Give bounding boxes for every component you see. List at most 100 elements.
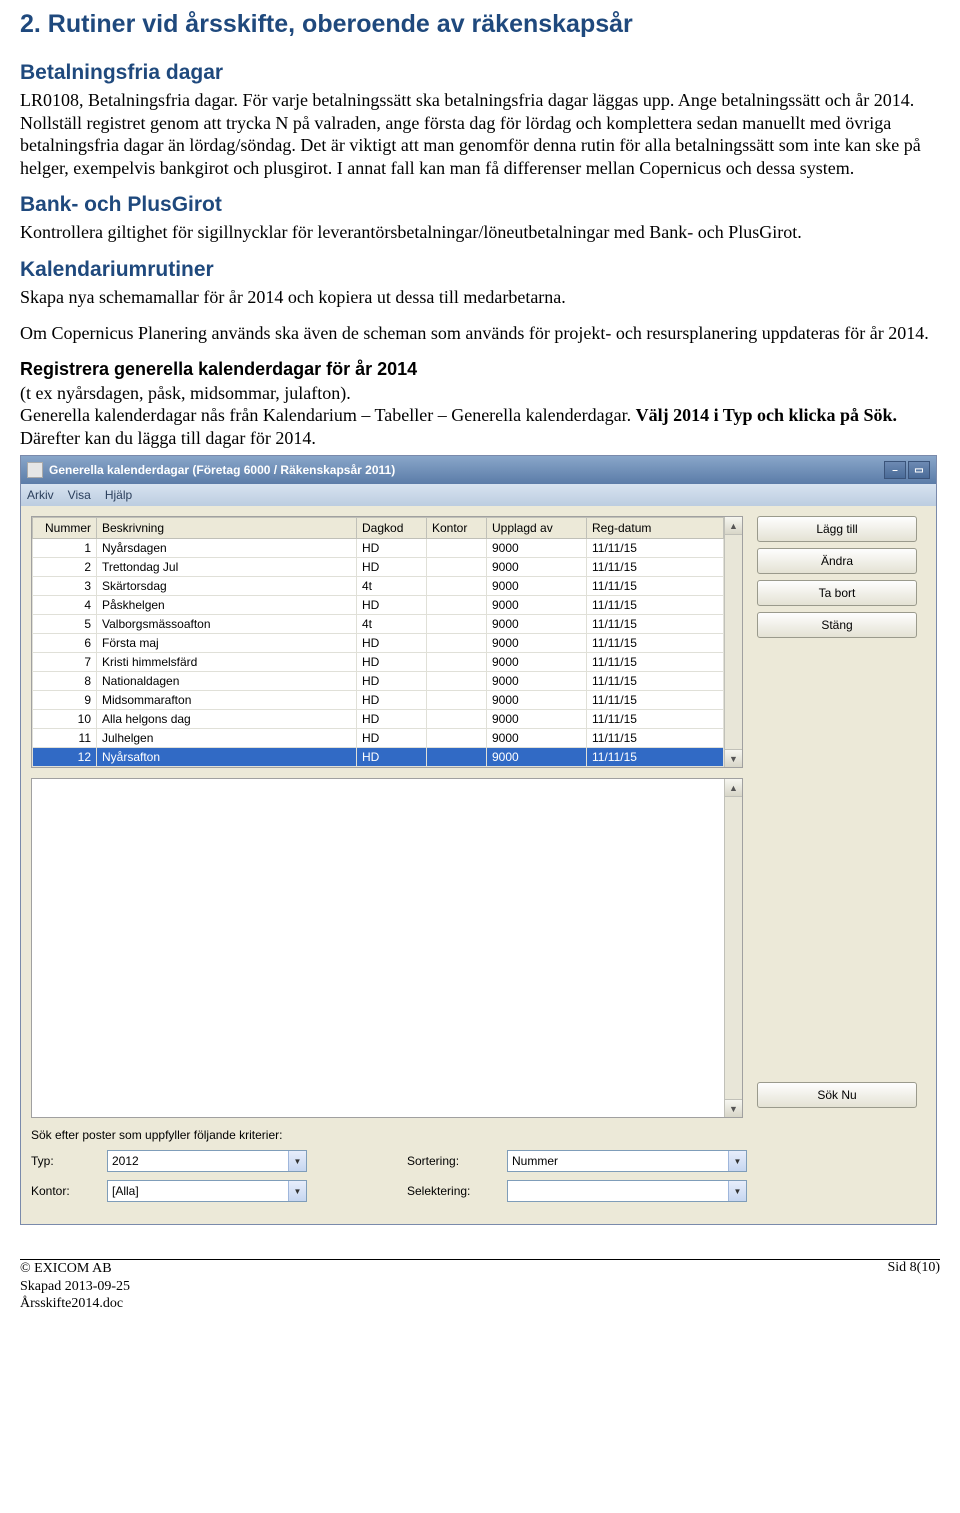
table-cell: 10 bbox=[33, 710, 97, 729]
delete-button[interactable]: Ta bort bbox=[757, 580, 917, 606]
heading-bank-plusgirot: Bank- och PlusGirot bbox=[20, 193, 940, 217]
table-cell: HD bbox=[357, 748, 427, 767]
table-row[interactable]: 4PåskhelgenHD900011/11/15 bbox=[33, 596, 724, 615]
close-button[interactable]: Stäng bbox=[757, 612, 917, 638]
table-row[interactable]: 3Skärtorsdag4t900011/11/15 bbox=[33, 577, 724, 596]
table-cell: 11/11/15 bbox=[587, 634, 724, 653]
table-cell: 9000 bbox=[487, 729, 587, 748]
para-bank-plusgirot: Kontrollera giltighet för sigillnycklar … bbox=[20, 221, 940, 244]
col-dagkod[interactable]: Dagkod bbox=[357, 518, 427, 539]
menu-hjalp[interactable]: Hjälp bbox=[105, 488, 132, 502]
table-row[interactable]: 11JulhelgenHD900011/11/15 bbox=[33, 729, 724, 748]
table-cell: 11/11/15 bbox=[587, 596, 724, 615]
search-button[interactable]: Sök Nu bbox=[757, 1082, 917, 1108]
kalender-table[interactable]: Nummer Beskrivning Dagkod Kontor Upplagd… bbox=[32, 517, 724, 767]
table-cell: 11/11/15 bbox=[587, 729, 724, 748]
table-wrap: Nummer Beskrivning Dagkod Kontor Upplagd… bbox=[31, 516, 743, 768]
col-kontor[interactable]: Kontor bbox=[427, 518, 487, 539]
table-cell: 8 bbox=[33, 672, 97, 691]
add-button[interactable]: Lägg till bbox=[757, 516, 917, 542]
minimize-button[interactable]: – bbox=[884, 461, 906, 479]
selektering-combo[interactable]: ▼ bbox=[507, 1180, 747, 1202]
reg-line2a: Generella kalenderdagar nås från Kalenda… bbox=[20, 405, 636, 425]
table-cell: HD bbox=[357, 634, 427, 653]
table-cell: 4 bbox=[33, 596, 97, 615]
app-icon bbox=[27, 462, 43, 478]
para-registrera: (t ex nyårsdagen, påsk, midsommar, julaf… bbox=[20, 382, 940, 450]
table-row[interactable]: 5Valborgsmässoafton4t900011/11/15 bbox=[33, 615, 724, 634]
reg-line2b-bold: Välj 2014 i Typ och klicka på Sök. bbox=[636, 405, 897, 425]
chevron-down-icon[interactable]: ▼ bbox=[728, 1151, 746, 1171]
menubar: Arkiv Visa Hjälp bbox=[21, 484, 936, 506]
col-upplagd[interactable]: Upplagd av bbox=[487, 518, 587, 539]
scroll-down-icon[interactable]: ▼ bbox=[725, 749, 742, 767]
titlebar[interactable]: Generella kalenderdagar (Företag 6000 / … bbox=[21, 456, 936, 484]
table-cell: Nyårsdagen bbox=[97, 539, 357, 558]
col-nummer[interactable]: Nummer bbox=[33, 518, 97, 539]
table-cell: 11/11/15 bbox=[587, 558, 724, 577]
table-cell: 11/11/15 bbox=[587, 577, 724, 596]
table-cell: 6 bbox=[33, 634, 97, 653]
menu-arkiv[interactable]: Arkiv bbox=[27, 488, 54, 502]
table-row[interactable]: 1NyårsdagenHD900011/11/15 bbox=[33, 539, 724, 558]
table-cell: 9000 bbox=[487, 672, 587, 691]
detail-scrollbar[interactable]: ▲ ▼ bbox=[724, 779, 742, 1117]
table-cell: 2 bbox=[33, 558, 97, 577]
para-kalendarium-1: Skapa nya schemamallar för år 2014 och k… bbox=[20, 286, 940, 309]
table-cell bbox=[427, 729, 487, 748]
table-cell: 9000 bbox=[487, 577, 587, 596]
table-cell: Nyårsafton bbox=[97, 748, 357, 767]
table-cell bbox=[427, 653, 487, 672]
table-cell: 4t bbox=[357, 615, 427, 634]
col-regdatum[interactable]: Reg-datum bbox=[587, 518, 724, 539]
table-cell: 7 bbox=[33, 653, 97, 672]
table-cell: HD bbox=[357, 596, 427, 615]
table-row[interactable]: 12NyårsaftonHD900011/11/15 bbox=[33, 748, 724, 767]
table-cell bbox=[427, 577, 487, 596]
table-cell: 9 bbox=[33, 691, 97, 710]
scroll-up-icon[interactable]: ▲ bbox=[725, 517, 742, 535]
chevron-down-icon[interactable]: ▼ bbox=[288, 1151, 306, 1171]
chevron-down-icon[interactable]: ▼ bbox=[728, 1181, 746, 1201]
scroll-down-icon[interactable]: ▼ bbox=[725, 1099, 742, 1117]
kontor-combo[interactable]: [Alla] ▼ bbox=[107, 1180, 307, 1202]
table-cell: 11/11/15 bbox=[587, 710, 724, 729]
table-cell: 9000 bbox=[487, 748, 587, 767]
table-cell: 11/11/15 bbox=[587, 653, 724, 672]
table-cell bbox=[427, 596, 487, 615]
chevron-down-icon[interactable]: ▼ bbox=[288, 1181, 306, 1201]
table-cell: 9000 bbox=[487, 653, 587, 672]
heading-registrera: Registrera generella kalenderdagar för å… bbox=[20, 359, 940, 380]
table-cell: HD bbox=[357, 653, 427, 672]
table-cell: Nationaldagen bbox=[97, 672, 357, 691]
menu-visa[interactable]: Visa bbox=[68, 488, 91, 502]
table-cell: 9000 bbox=[487, 539, 587, 558]
table-row[interactable]: 10Alla helgons dagHD900011/11/15 bbox=[33, 710, 724, 729]
table-scrollbar[interactable]: ▲ ▼ bbox=[724, 517, 742, 767]
table-cell: 11/11/15 bbox=[587, 539, 724, 558]
heading-betalningsfria: Betalningsfria dagar bbox=[20, 61, 940, 85]
table-row[interactable]: 7Kristi himmelsfärdHD900011/11/15 bbox=[33, 653, 724, 672]
window-title: Generella kalenderdagar (Företag 6000 / … bbox=[49, 463, 884, 477]
kalenderdagar-window: Generella kalenderdagar (Företag 6000 / … bbox=[20, 455, 937, 1225]
scroll-up-icon[interactable]: ▲ bbox=[725, 779, 742, 797]
table-cell: 9000 bbox=[487, 615, 587, 634]
table-cell bbox=[427, 710, 487, 729]
table-cell: Påskhelgen bbox=[97, 596, 357, 615]
col-beskrivning[interactable]: Beskrivning bbox=[97, 518, 357, 539]
table-row[interactable]: 2Trettondag JulHD900011/11/15 bbox=[33, 558, 724, 577]
edit-button[interactable]: Ändra bbox=[757, 548, 917, 574]
table-cell: 11/11/15 bbox=[587, 615, 724, 634]
table-cell: 11/11/15 bbox=[587, 748, 724, 767]
table-row[interactable]: 6Första majHD900011/11/15 bbox=[33, 634, 724, 653]
table-cell: 1 bbox=[33, 539, 97, 558]
table-cell: 5 bbox=[33, 615, 97, 634]
typ-combo[interactable]: 2012 ▼ bbox=[107, 1150, 307, 1172]
heading-section-2: 2. Rutiner vid årsskifte, oberoende av r… bbox=[20, 10, 940, 39]
table-row[interactable]: 8NationaldagenHD900011/11/15 bbox=[33, 672, 724, 691]
table-cell bbox=[427, 691, 487, 710]
table-row[interactable]: 9MidsommaraftonHD900011/11/15 bbox=[33, 691, 724, 710]
maximize-button[interactable]: ▭ bbox=[908, 461, 930, 479]
table-cell: Första maj bbox=[97, 634, 357, 653]
sortering-combo[interactable]: Nummer ▼ bbox=[507, 1150, 747, 1172]
